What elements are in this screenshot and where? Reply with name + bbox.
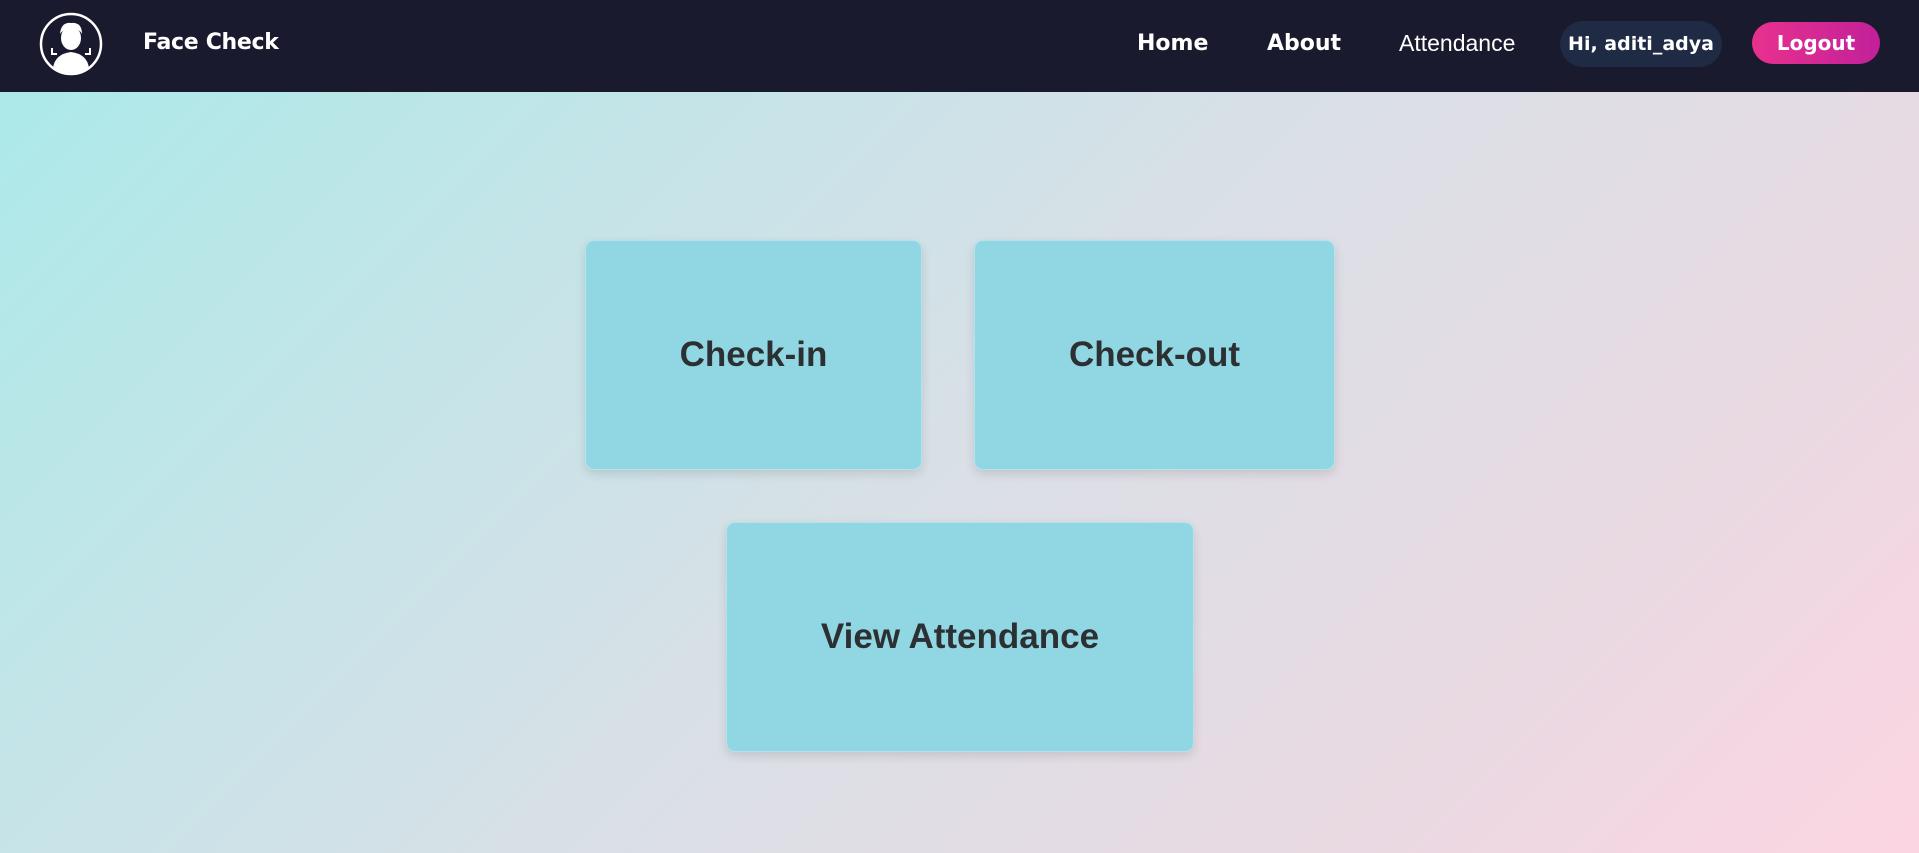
nav-about-link[interactable]: About [1267, 31, 1341, 56]
logout-button[interactable]: Logout [1752, 22, 1880, 64]
view-attendance-card[interactable]: View Attendance [726, 522, 1194, 752]
nav-home-link[interactable]: Home [1137, 31, 1208, 56]
top-navbar: Face Check Home About Attendance Hi, adi… [0, 0, 1919, 92]
check-out-card[interactable]: Check-out [974, 240, 1335, 470]
check-in-card[interactable]: Check-in [585, 240, 922, 470]
face-scan-icon[interactable] [39, 12, 103, 76]
user-greeting-badge: Hi, aditi_adya [1560, 21, 1722, 67]
nav-attendance-link[interactable]: Attendance [1399, 30, 1515, 57]
brand-title[interactable]: Face Check [143, 30, 279, 55]
